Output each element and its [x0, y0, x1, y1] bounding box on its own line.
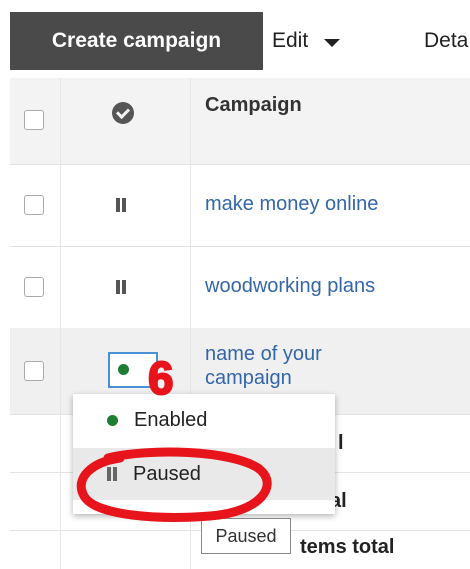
table-row: make money online [10, 164, 470, 247]
campaign-column-header[interactable]: Campaign [205, 94, 302, 117]
pause-icon [107, 467, 117, 481]
status-dropdown-trigger[interactable] [108, 352, 158, 388]
status-dropdown-menu: Enabled Paused [73, 394, 335, 514]
totals-text: l [338, 432, 344, 454]
create-campaign-button[interactable]: Create campaign [10, 12, 263, 70]
campaign-link[interactable]: make money online [205, 192, 378, 216]
select-all-checkbox[interactable] [24, 110, 44, 130]
status-option-label: Enabled [134, 408, 208, 431]
row-checkbox[interactable] [24, 361, 44, 381]
caret-down-icon [324, 39, 341, 47]
campaign-link[interactable]: name of your campaign [205, 342, 375, 390]
row-checkbox[interactable] [24, 277, 44, 297]
status-column-check-icon [112, 102, 134, 124]
pause-icon[interactable] [116, 198, 126, 212]
status-option-enabled[interactable]: Enabled [73, 394, 335, 446]
row-checkbox[interactable] [24, 195, 44, 215]
green-dot-icon [107, 414, 118, 426]
tooltip: Paused [201, 518, 291, 554]
table-row: woodworking plans [10, 246, 470, 329]
enabled-dot-icon [118, 364, 129, 375]
campaign-link[interactable]: woodworking plans [205, 274, 375, 298]
totals-text: tems total [300, 536, 395, 558]
table-header-row: Campaign [10, 78, 470, 165]
toolbar: Create campaign Edit Deta [0, 0, 470, 72]
status-option-paused[interactable]: Paused [73, 448, 335, 500]
edit-menu-button[interactable]: Edit [272, 12, 341, 70]
details-menu-button[interactable]: Deta [424, 12, 468, 70]
edit-label: Edit [272, 29, 309, 52]
status-option-label: Paused [133, 462, 201, 485]
pause-icon[interactable] [116, 280, 126, 294]
